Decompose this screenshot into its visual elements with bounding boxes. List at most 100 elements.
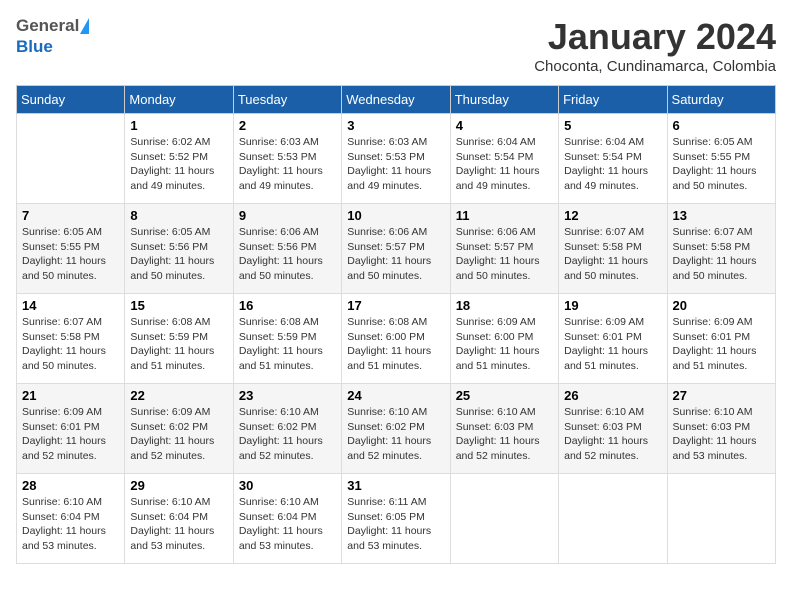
day-info: Sunrise: 6:05 AM Sunset: 5:55 PM Dayligh…	[673, 135, 770, 194]
day-number: 24	[347, 388, 444, 403]
day-info: Sunrise: 6:08 AM Sunset: 5:59 PM Dayligh…	[130, 315, 227, 374]
calendar-table: SundayMondayTuesdayWednesdayThursdayFrid…	[16, 85, 776, 564]
day-number: 29	[130, 478, 227, 493]
calendar-cell: 31 Sunrise: 6:11 AM Sunset: 6:05 PM Dayli…	[342, 474, 450, 564]
calendar-cell: 4Sunrise: 6:04 AM Sunset: 5:54 PM Daylig…	[450, 114, 558, 204]
day-number: 18	[456, 298, 553, 313]
day-number: 27	[673, 388, 770, 403]
day-info: Sunrise: 6:10 AM Sunset: 6:03 PM Dayligh…	[456, 405, 553, 464]
calendar-week-1: 1 Sunrise: 6:02 AM Sunset: 5:52 PM Daylig…	[17, 114, 776, 204]
day-info: Sunrise: 6:07 AM Sunset: 5:58 PM Dayligh…	[22, 315, 119, 374]
day-number: 14	[22, 298, 119, 313]
day-info: Sunrise: 6:07 AM Sunset: 5:58 PM Dayligh…	[673, 225, 770, 284]
calendar-week-3: 14 Sunrise: 6:07 AM Sunset: 5:58 PM Dayli…	[17, 294, 776, 384]
day-info: Sunrise: 6:08 AM Sunset: 5:59 PM Dayligh…	[239, 315, 336, 374]
day-number: 30	[239, 478, 336, 493]
day-info: Sunrise: 6:10 AM Sunset: 6:04 PM Dayligh…	[239, 495, 336, 554]
calendar-cell: 14 Sunrise: 6:07 AM Sunset: 5:58 PM Dayli…	[17, 294, 125, 384]
day-number: 13	[673, 208, 770, 223]
header-monday: Monday	[125, 86, 233, 114]
day-number: 6	[673, 118, 770, 133]
calendar-cell: 8 Sunrise: 6:05 AM Sunset: 5:56 PM Daylig…	[125, 204, 233, 294]
day-number: 3	[347, 118, 444, 133]
day-number: 12	[564, 208, 661, 223]
day-info: Sunrise: 6:09 AM Sunset: 6:01 PM Dayligh…	[564, 315, 661, 374]
logo: General Blue	[16, 16, 89, 57]
header-saturday: Saturday	[667, 86, 775, 114]
calendar-cell: 9Sunrise: 6:06 AM Sunset: 5:56 PM Daylig…	[233, 204, 341, 294]
calendar-cell: 16 Sunrise: 6:08 AM Sunset: 5:59 PM Dayli…	[233, 294, 341, 384]
day-info: Sunrise: 6:09 AM Sunset: 6:01 PM Dayligh…	[673, 315, 770, 374]
calendar-cell	[450, 474, 558, 564]
calendar-cell: 26Sunrise: 6:10 AM Sunset: 6:03 PM Dayli…	[559, 384, 667, 474]
calendar-cell: 6 Sunrise: 6:05 AM Sunset: 5:55 PM Daylig…	[667, 114, 775, 204]
day-info: Sunrise: 6:10 AM Sunset: 6:03 PM Dayligh…	[673, 405, 770, 464]
calendar-cell: 22 Sunrise: 6:09 AM Sunset: 6:02 PM Dayli…	[125, 384, 233, 474]
calendar-week-4: 21 Sunrise: 6:09 AM Sunset: 6:01 PM Dayli…	[17, 384, 776, 474]
day-number: 5	[564, 118, 661, 133]
calendar-cell: 10 Sunrise: 6:06 AM Sunset: 5:57 PM Dayli…	[342, 204, 450, 294]
calendar-week-5: 28 Sunrise: 6:10 AM Sunset: 6:04 PM Dayli…	[17, 474, 776, 564]
location-title: Choconta, Cundinamarca, Colombia	[534, 58, 776, 75]
calendar-cell: 5 Sunrise: 6:04 AM Sunset: 5:54 PM Daylig…	[559, 114, 667, 204]
day-info: Sunrise: 6:10 AM Sunset: 6:02 PM Dayligh…	[239, 405, 336, 464]
header-thursday: Thursday	[450, 86, 558, 114]
calendar-cell: 27 Sunrise: 6:10 AM Sunset: 6:03 PM Dayli…	[667, 384, 775, 474]
logo-general: General	[16, 16, 79, 36]
header-wednesday: Wednesday	[342, 86, 450, 114]
day-info: Sunrise: 6:06 AM Sunset: 5:57 PM Dayligh…	[456, 225, 553, 284]
day-number: 7	[22, 208, 119, 223]
day-number: 1	[130, 118, 227, 133]
day-info: Sunrise: 6:03 AM Sunset: 5:53 PM Dayligh…	[347, 135, 444, 194]
day-number: 15	[130, 298, 227, 313]
calendar-cell: 20Sunrise: 6:09 AM Sunset: 6:01 PM Dayli…	[667, 294, 775, 384]
day-number: 8	[130, 208, 227, 223]
page-header: General Blue January 2024 Choconta, Cund…	[16, 16, 776, 75]
title-section: January 2024 Choconta, Cundinamarca, Col…	[534, 16, 776, 75]
day-number: 31	[347, 478, 444, 493]
calendar-cell: 29 Sunrise: 6:10 AM Sunset: 6:04 PM Dayli…	[125, 474, 233, 564]
calendar-cell: 25Sunrise: 6:10 AM Sunset: 6:03 PM Dayli…	[450, 384, 558, 474]
day-info: Sunrise: 6:03 AM Sunset: 5:53 PM Dayligh…	[239, 135, 336, 194]
calendar-cell: 7Sunrise: 6:05 AM Sunset: 5:55 PM Daylig…	[17, 204, 125, 294]
calendar-cell: 19 Sunrise: 6:09 AM Sunset: 6:01 PM Dayli…	[559, 294, 667, 384]
day-info: Sunrise: 6:09 AM Sunset: 6:00 PM Dayligh…	[456, 315, 553, 374]
calendar-cell: 2 Sunrise: 6:03 AM Sunset: 5:53 PM Daylig…	[233, 114, 341, 204]
day-number: 28	[22, 478, 119, 493]
day-info: Sunrise: 6:11 AM Sunset: 6:05 PM Dayligh…	[347, 495, 444, 554]
day-info: Sunrise: 6:10 AM Sunset: 6:02 PM Dayligh…	[347, 405, 444, 464]
day-number: 2	[239, 118, 336, 133]
calendar-body: 1 Sunrise: 6:02 AM Sunset: 5:52 PM Daylig…	[17, 114, 776, 564]
calendar-cell: 12 Sunrise: 6:07 AM Sunset: 5:58 PM Dayli…	[559, 204, 667, 294]
day-number: 23	[239, 388, 336, 403]
day-info: Sunrise: 6:08 AM Sunset: 6:00 PM Dayligh…	[347, 315, 444, 374]
header-sunday: Sunday	[17, 86, 125, 114]
day-number: 10	[347, 208, 444, 223]
day-info: Sunrise: 6:10 AM Sunset: 6:04 PM Dayligh…	[22, 495, 119, 554]
day-info: Sunrise: 6:06 AM Sunset: 5:57 PM Dayligh…	[347, 225, 444, 284]
day-info: Sunrise: 6:09 AM Sunset: 6:02 PM Dayligh…	[130, 405, 227, 464]
calendar-cell: 18 Sunrise: 6:09 AM Sunset: 6:00 PM Dayli…	[450, 294, 558, 384]
day-number: 16	[239, 298, 336, 313]
day-number: 21	[22, 388, 119, 403]
day-info: Sunrise: 6:04 AM Sunset: 5:54 PM Dayligh…	[564, 135, 661, 194]
day-info: Sunrise: 6:02 AM Sunset: 5:52 PM Dayligh…	[130, 135, 227, 194]
month-title: January 2024	[534, 16, 776, 58]
day-info: Sunrise: 6:07 AM Sunset: 5:58 PM Dayligh…	[564, 225, 661, 284]
calendar-cell: 28 Sunrise: 6:10 AM Sunset: 6:04 PM Dayli…	[17, 474, 125, 564]
calendar-header-row: SundayMondayTuesdayWednesdayThursdayFrid…	[17, 86, 776, 114]
day-info: Sunrise: 6:10 AM Sunset: 6:04 PM Dayligh…	[130, 495, 227, 554]
day-number: 22	[130, 388, 227, 403]
day-number: 4	[456, 118, 553, 133]
calendar-cell: 15 Sunrise: 6:08 AM Sunset: 5:59 PM Dayli…	[125, 294, 233, 384]
day-info: Sunrise: 6:09 AM Sunset: 6:01 PM Dayligh…	[22, 405, 119, 464]
calendar-cell	[559, 474, 667, 564]
calendar-cell: 3 Sunrise: 6:03 AM Sunset: 5:53 PM Daylig…	[342, 114, 450, 204]
calendar-cell	[17, 114, 125, 204]
day-info: Sunrise: 6:05 AM Sunset: 5:56 PM Dayligh…	[130, 225, 227, 284]
calendar-cell: 1 Sunrise: 6:02 AM Sunset: 5:52 PM Daylig…	[125, 114, 233, 204]
logo-blue: Blue	[16, 37, 53, 56]
day-number: 19	[564, 298, 661, 313]
calendar-cell: 21 Sunrise: 6:09 AM Sunset: 6:01 PM Dayli…	[17, 384, 125, 474]
calendar-cell: 24 Sunrise: 6:10 AM Sunset: 6:02 PM Dayli…	[342, 384, 450, 474]
